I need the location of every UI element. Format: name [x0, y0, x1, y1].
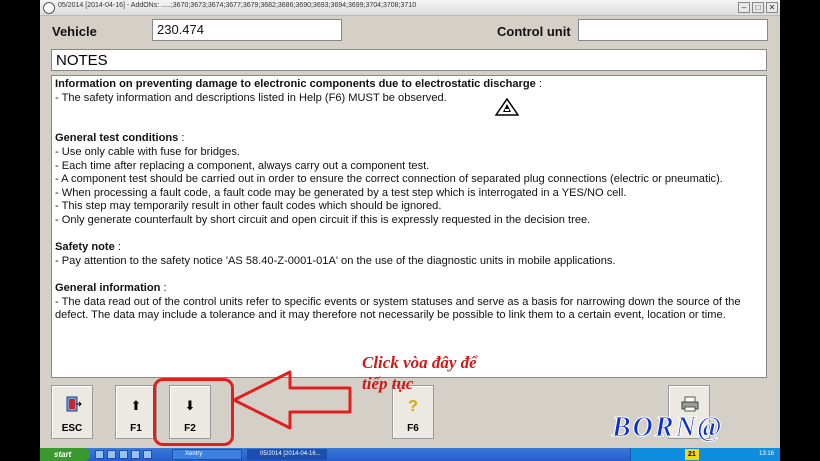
quicklaunch-icon[interactable] — [107, 450, 116, 459]
esc-button[interactable]: ESC — [51, 385, 93, 439]
help-icon: ? — [408, 398, 418, 415]
taskbar-item-xentry[interactable]: Xentry — [172, 449, 242, 460]
tray-badge[interactable]: 21 — [685, 449, 699, 460]
note-line: - This step may temporarily result in ot… — [55, 200, 442, 213]
notes-panel[interactable]: Information on preventing damage to elec… — [51, 75, 767, 378]
window-title: 05/2014 [2014-04-16] - AddONs: .....;367… — [58, 2, 417, 9]
section-esd: Information on preventing damage to elec… — [55, 78, 763, 105]
note-line: - Only generate counterfault by short ci… — [55, 213, 591, 226]
start-button[interactable]: start — [40, 448, 90, 461]
quicklaunch-icon[interactable] — [143, 450, 152, 459]
section-general-test-conditions: General test conditions : - Use only cab… — [55, 132, 763, 227]
exit-door-icon — [66, 396, 82, 412]
pointer-arrow-icon — [232, 370, 352, 430]
minimize-button[interactable]: – — [738, 2, 750, 13]
quicklaunch-icon[interactable] — [95, 450, 104, 459]
taskbar: start Xentry 05/2014 [2014-04-16... 21 1… — [40, 448, 780, 461]
quicklaunch-icon[interactable] — [119, 450, 128, 459]
annotation-line-1: Click vòa đây để — [362, 353, 477, 372]
section-safety-note: Safety note : - Pay attention to the saf… — [55, 241, 763, 268]
note-line: - The data read out of the control units… — [55, 295, 741, 322]
heading-colon: : — [160, 281, 167, 294]
heading-colon: : — [178, 132, 185, 145]
f1-label: F1 — [130, 423, 142, 434]
printer-icon — [681, 396, 699, 412]
section-heading: General information — [55, 281, 161, 294]
note-line: - A component test should be carried out… — [55, 173, 723, 186]
vehicle-label: Vehicle — [52, 24, 97, 39]
highlight-box — [153, 378, 234, 446]
system-tray: 21 13:16 — [630, 448, 780, 461]
watermark: BORN@ — [611, 412, 724, 444]
note-line: - Each time after replacing a component,… — [55, 159, 430, 172]
taskbar-item-window[interactable]: 05/2014 [2014-04-16... — [247, 449, 327, 460]
notes-title: NOTES — [51, 49, 767, 71]
title-bar: 05/2014 [2014-04-16] - AddONs: .....;367… — [40, 0, 780, 16]
note-line: - Pay attention to the safety notice 'AS… — [55, 254, 616, 267]
section-heading: Information on preventing damage to elec… — [55, 78, 536, 90]
note-line: - When processing a fault code, a fault … — [55, 186, 627, 199]
control-unit-field — [578, 19, 768, 41]
control-unit-label: Control unit — [497, 24, 571, 39]
esd-warning-icon — [495, 98, 519, 116]
heading-colon: : — [535, 78, 542, 90]
arrow-up-icon: ⬆ — [130, 398, 142, 413]
note-line: - Use only cable with fuse for bridges. — [55, 145, 240, 158]
f1-button[interactable]: ⬆ F1 — [115, 385, 157, 439]
maximize-button[interactable]: □ — [752, 2, 764, 13]
heading-colon: : — [114, 241, 121, 254]
f6-label: F6 — [407, 423, 419, 434]
app-logo-icon — [43, 2, 55, 14]
section-heading: Safety note — [55, 241, 115, 254]
clock: 13:16 — [758, 451, 774, 457]
quicklaunch-icon[interactable] — [131, 450, 140, 459]
vehicle-field: 230.474 — [152, 19, 342, 41]
note-line: - The safety information and description… — [55, 91, 447, 104]
section-general-information: General information : - The data read ou… — [55, 282, 763, 323]
annotation-line-2: tiếp tục — [362, 374, 414, 393]
esc-label: ESC — [61, 423, 83, 434]
section-heading: General test conditions — [55, 132, 179, 145]
close-button[interactable]: ✕ — [766, 2, 778, 13]
